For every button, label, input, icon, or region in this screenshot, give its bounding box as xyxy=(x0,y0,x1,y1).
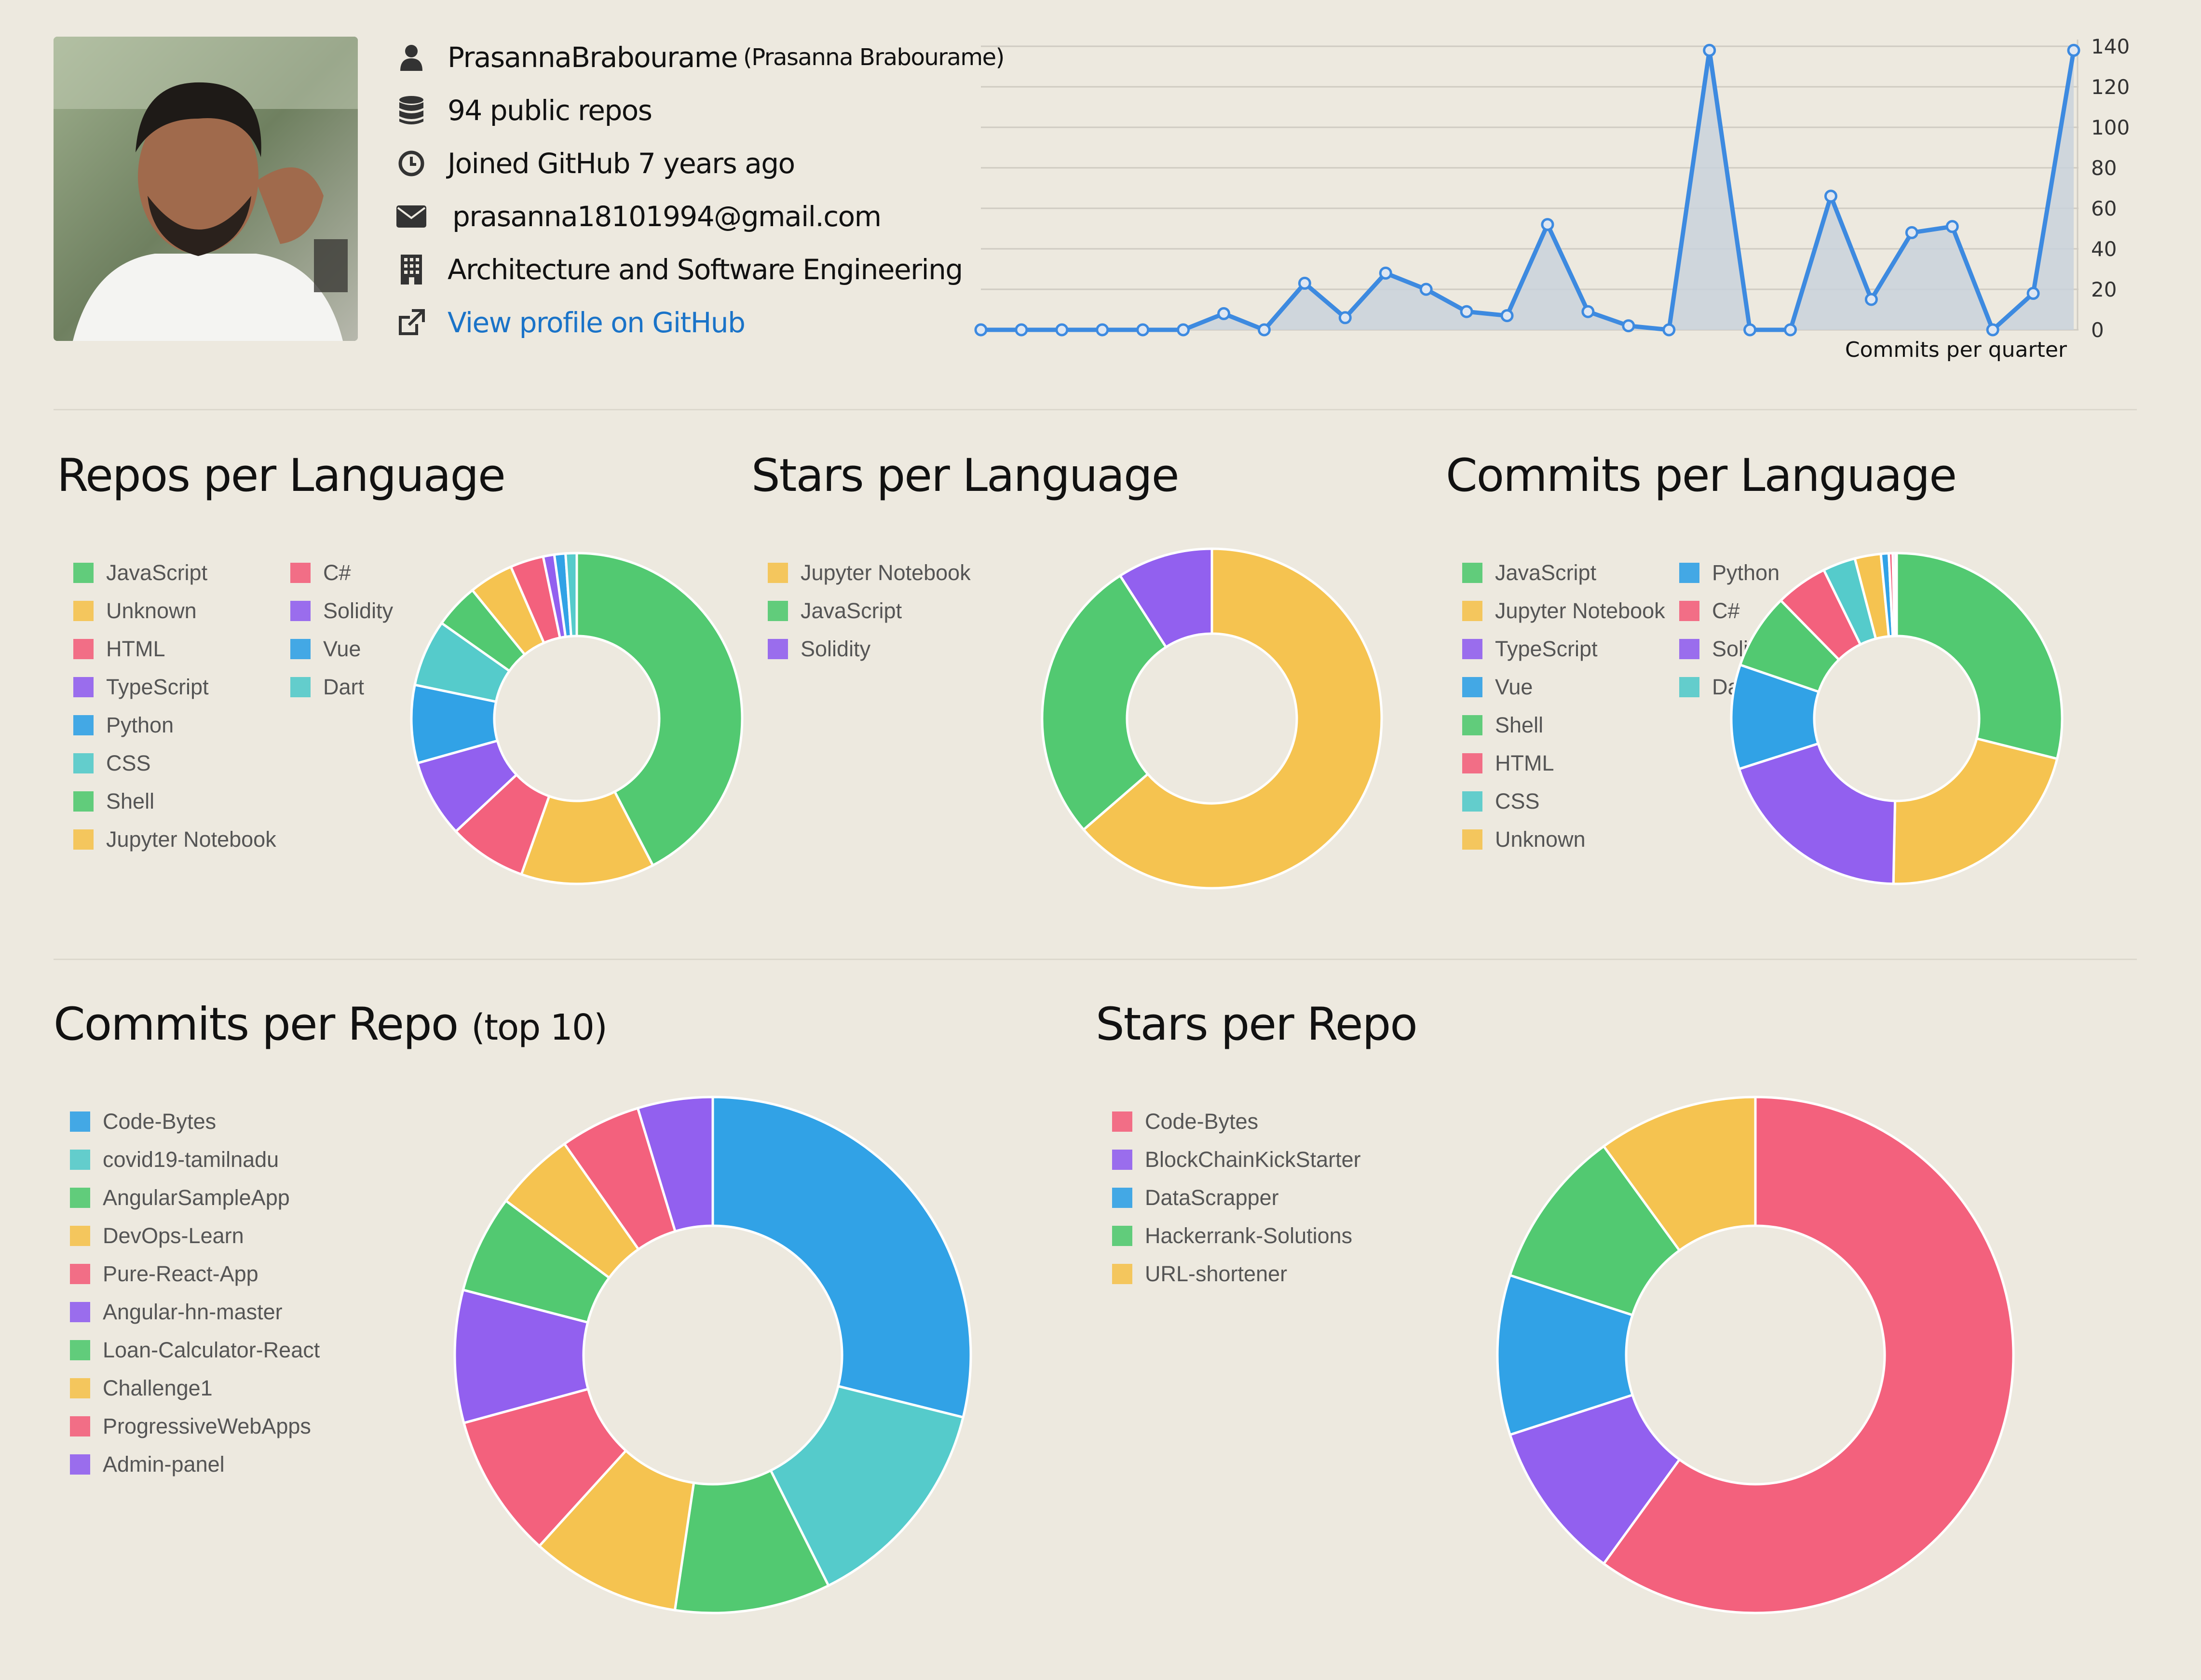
stars-per-repo-donut xyxy=(1496,1096,2015,1614)
